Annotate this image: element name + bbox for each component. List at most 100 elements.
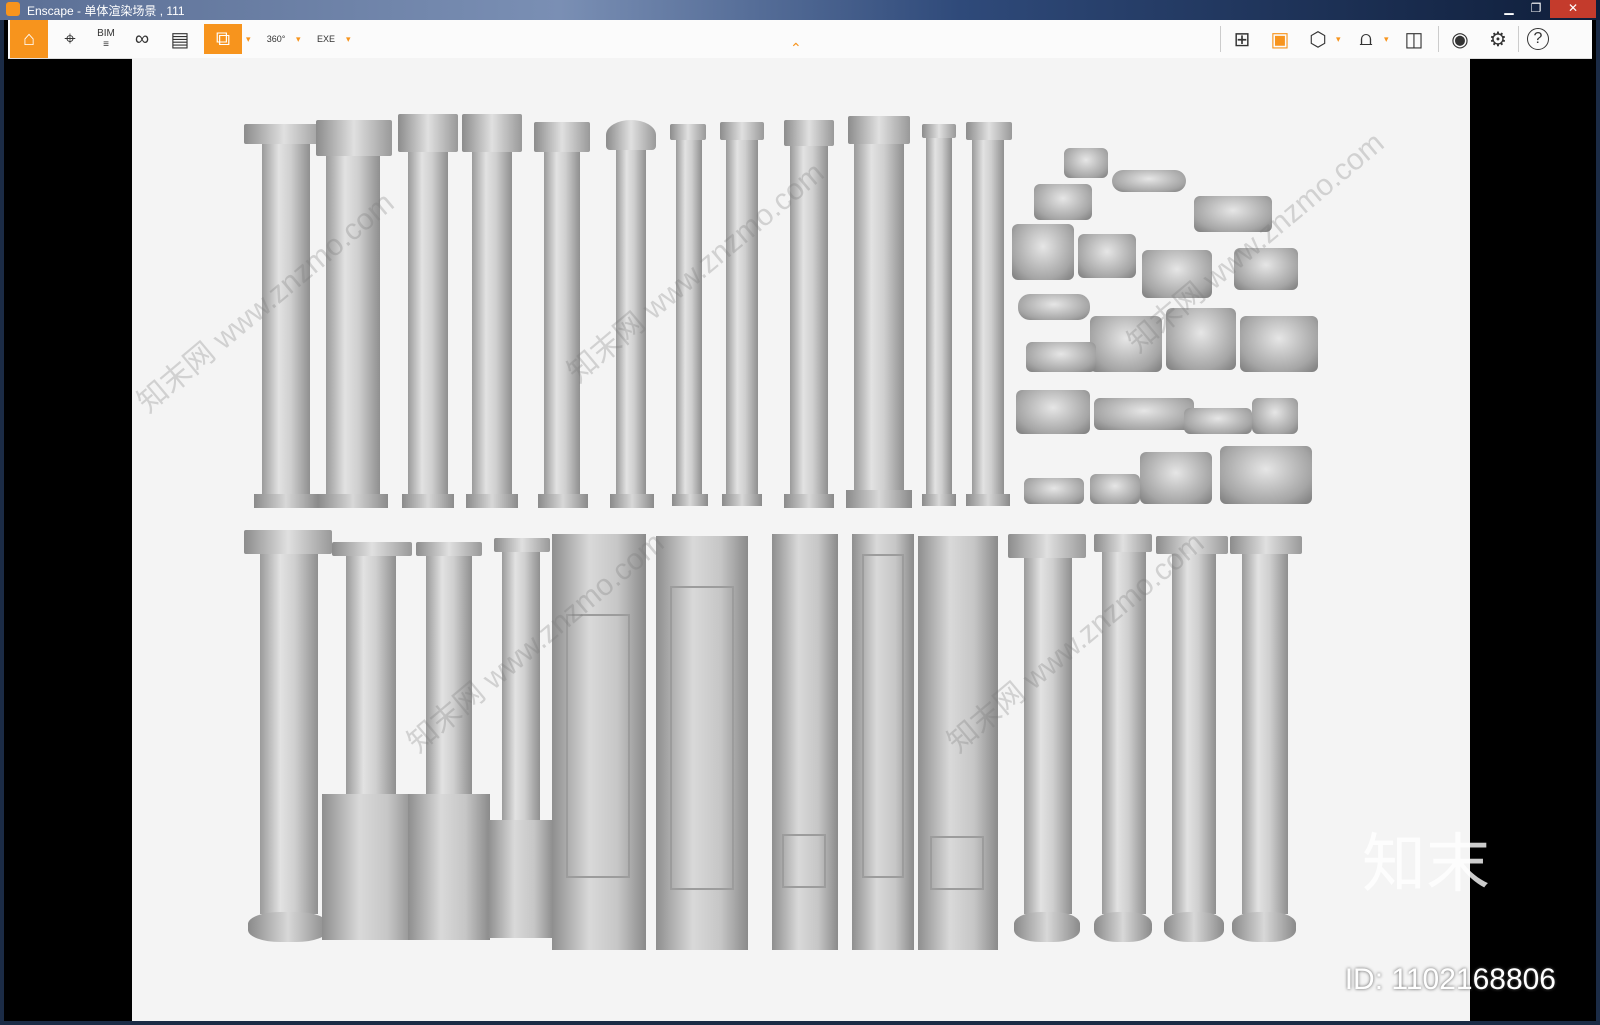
separator (1518, 26, 1519, 52)
capital-piece (1112, 170, 1186, 192)
column-base (318, 494, 388, 508)
brand-logo-watermark: 知末 (1362, 828, 1490, 902)
column-capital (1230, 536, 1302, 554)
column-shaft (854, 144, 904, 492)
column-capital (606, 120, 656, 150)
column-shaft (544, 152, 580, 496)
capital-piece (1034, 184, 1092, 220)
capital-piece (1026, 342, 1096, 372)
column-capital (416, 542, 482, 556)
column-base (922, 494, 956, 506)
column-base (248, 912, 328, 942)
location-icon[interactable]: ⌖ (54, 24, 86, 54)
separator (1220, 26, 1221, 52)
capital-piece (1078, 234, 1136, 278)
home-icon[interactable]: ⌂ (10, 20, 48, 58)
column-capital (316, 120, 392, 156)
capital-piece (1064, 148, 1108, 178)
capital-piece (1016, 390, 1090, 434)
column-capital (1008, 534, 1086, 558)
column-shaft (408, 152, 448, 496)
pier-panel (862, 554, 904, 878)
chevron-down-icon[interactable]: ▾ (246, 34, 251, 45)
column-capital (332, 542, 412, 556)
column-shaft (1242, 554, 1288, 914)
capital-piece (1140, 452, 1212, 504)
column-base (1014, 912, 1080, 942)
column-base (966, 494, 1010, 506)
vr-headset-icon[interactable]: ◫ (1398, 24, 1430, 54)
help-icon[interactable]: ? (1522, 24, 1554, 54)
panorama-360-icon[interactable]: 360° (260, 24, 292, 54)
separator (1438, 26, 1439, 52)
chevron-down-icon[interactable]: ▾ (1384, 34, 1389, 45)
capital-piece (1184, 408, 1252, 434)
asset-library-icon[interactable]: ▣ (1264, 24, 1296, 54)
square-pier (772, 534, 838, 950)
capital-piece (1094, 398, 1194, 430)
capital-piece (1252, 398, 1298, 434)
render-viewport[interactable]: 知末网 www.znzmo.com 知末网 www.znzmo.com 知末网 … (132, 58, 1470, 1021)
exe-export-icon[interactable]: EXE (310, 24, 342, 54)
column-base (254, 494, 318, 508)
column-capital (720, 122, 764, 140)
pedestal (488, 820, 554, 938)
column-base (722, 494, 762, 506)
cube-icon[interactable]: ⬡ (1302, 24, 1334, 54)
column-base (1164, 912, 1224, 942)
square-pier (852, 534, 914, 950)
collapse-toolbar-icon[interactable]: ⌃ (790, 40, 802, 57)
column-capital (1094, 534, 1152, 552)
pier-panel (930, 836, 984, 890)
minimize-button[interactable]: ▁ (1496, 0, 1522, 18)
column-base (672, 494, 708, 506)
pier-panel (566, 614, 630, 878)
column-shaft (1172, 554, 1216, 914)
column-capital (922, 124, 956, 138)
column-capital (670, 124, 706, 140)
column-shaft (260, 554, 318, 914)
render-export-icon[interactable]: ⧉ (204, 24, 242, 54)
pedestal (322, 794, 416, 940)
capital-piece (1012, 224, 1074, 280)
column-base (1232, 912, 1296, 942)
window-title: Enscape - 单体渲染场景 , 111 (27, 4, 185, 18)
column-shaft (972, 140, 1004, 496)
capital-piece (1024, 478, 1084, 504)
close-button[interactable]: ✕ (1550, 0, 1596, 18)
column-capital (534, 122, 590, 152)
column-base (846, 490, 912, 508)
column-base (402, 494, 454, 508)
column-capital (848, 116, 910, 144)
column-base (538, 494, 588, 508)
pier-panel (782, 834, 826, 888)
column-shaft (472, 152, 512, 496)
binoculars-icon[interactable]: ∞ (126, 24, 158, 54)
chevron-down-icon[interactable]: ▾ (296, 34, 301, 45)
maximize-button[interactable]: ❐ (1523, 0, 1549, 18)
capital-piece (1090, 474, 1140, 504)
column-capital (462, 114, 522, 152)
enscape-logo-icon (6, 2, 20, 16)
settings-icon[interactable]: ⚙ (1482, 24, 1514, 54)
chevron-down-icon[interactable]: ▾ (346, 34, 351, 45)
column-capital (966, 122, 1012, 140)
column-shaft (1024, 558, 1072, 914)
arch-view-icon[interactable]: ⩍ (1350, 24, 1382, 54)
column-base (466, 494, 518, 508)
column-shaft (346, 556, 396, 796)
column-capital (244, 530, 332, 554)
chevron-down-icon[interactable]: ▾ (1336, 34, 1341, 45)
clapper-icon[interactable]: ▤ (164, 24, 196, 54)
column-shaft (676, 140, 702, 496)
bim-icon[interactable]: BIM ≡ (90, 24, 122, 54)
visibility-icon[interactable]: ◉ (1444, 24, 1476, 54)
column-base (610, 494, 654, 508)
app-window: Enscape - 单体渲染场景 , 111 ▁ ❐ ✕ ⌂ ⌖ BIM ≡ ∞ … (0, 0, 1600, 1025)
asset-id-watermark: ID: 1102168806 (1344, 963, 1556, 996)
title-bar: Enscape - 单体渲染场景 , 111 ▁ ❐ ✕ (0, 0, 1600, 20)
map-icon[interactable]: ⊞ (1226, 24, 1258, 54)
square-pier (656, 536, 748, 950)
pier-panel (670, 586, 734, 890)
column-capital (244, 124, 324, 144)
